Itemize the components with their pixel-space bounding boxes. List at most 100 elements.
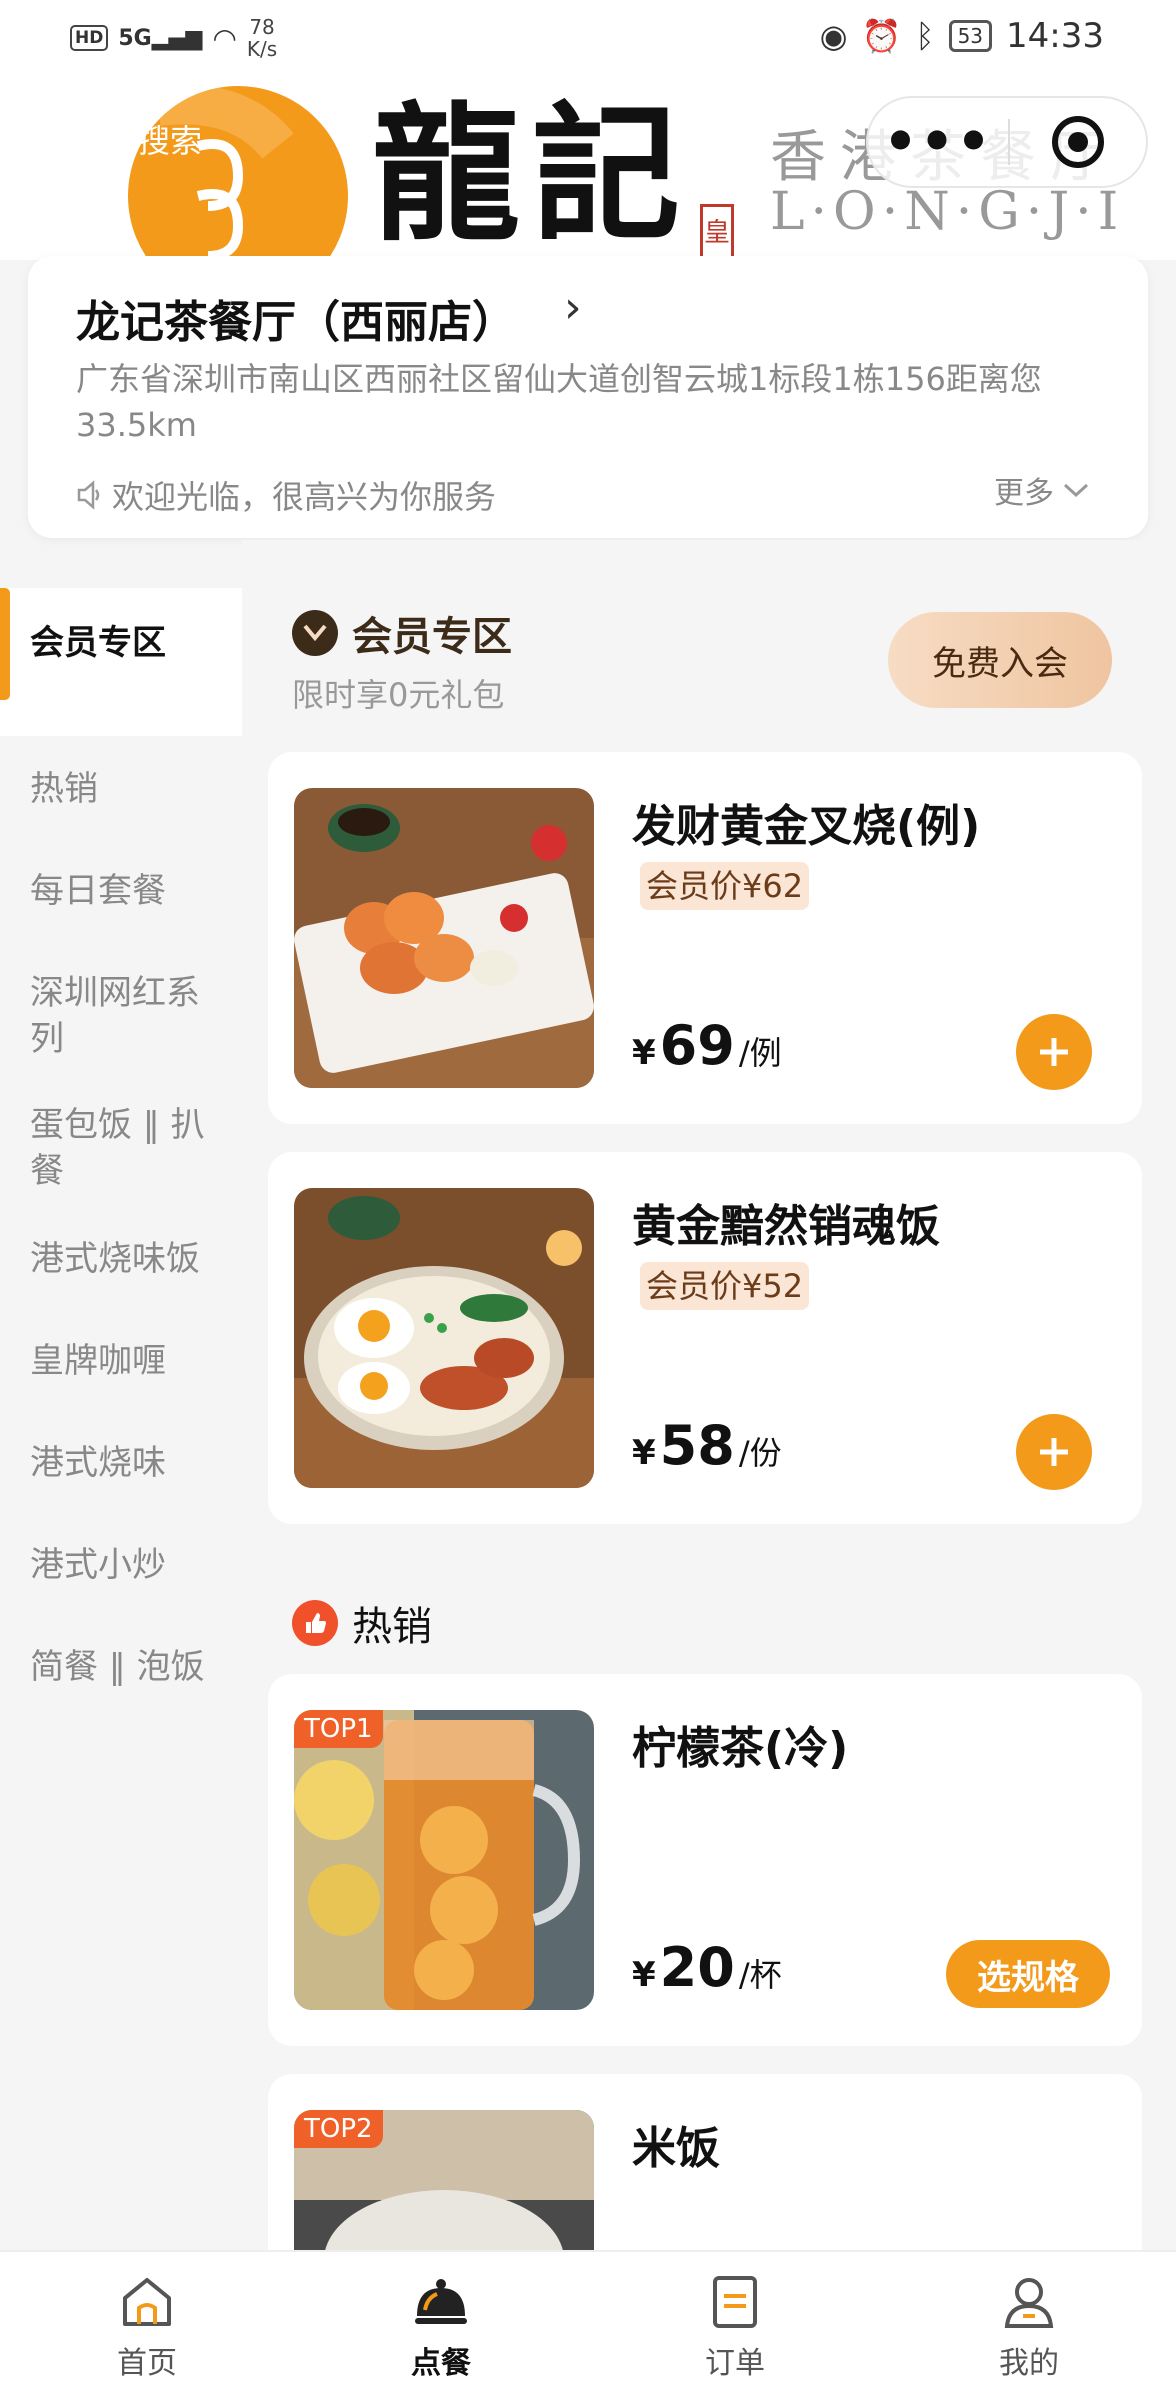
- store-info-card[interactable]: 龙记茶餐厅（西丽店） › 广东省深圳市南山区西丽社区留仙大道创智云城1标段1栋1…: [28, 256, 1148, 538]
- price-value: 58: [659, 1414, 735, 1477]
- nav-profile[interactable]: 我的: [882, 2252, 1176, 2400]
- rank-badge: TOP2: [294, 2110, 383, 2148]
- product-image[interactable]: TOP2: [294, 2110, 594, 2250]
- category-item[interactable]: 简餐 ‖ 泡饭: [0, 1644, 242, 1690]
- plus-icon: [1040, 1438, 1068, 1466]
- eye-icon: ◉: [819, 17, 848, 55]
- category-item[interactable]: 皇牌咖喱: [0, 1338, 242, 1384]
- chevron-right-icon[interactable]: ›: [564, 282, 582, 333]
- category-item[interactable]: 港式烧味: [0, 1440, 242, 1486]
- cloche-icon: [415, 2279, 467, 2324]
- brand-english: L·O·N·G·J·I: [770, 182, 1125, 242]
- hd-indicator: HD: [70, 25, 109, 51]
- category-label: 港式小炒: [30, 1545, 166, 1585]
- nav-order-food[interactable]: 点餐: [294, 2252, 588, 2400]
- product-list: 会员专区 限时享0元礼包 免费入会 发财黄金叉烧(例) 会员价¥62 ¥ 69 …: [242, 540, 1176, 2250]
- currency-symbol: ¥: [632, 1433, 656, 1473]
- network-type: 5G: [118, 25, 152, 51]
- select-spec-button[interactable]: 选规格: [946, 1940, 1110, 2008]
- category-label: 热销: [30, 769, 98, 809]
- product-image[interactable]: TOP1: [294, 1710, 594, 2010]
- sidebar-gap: [0, 700, 242, 736]
- hot-section-header: 热销: [292, 1594, 432, 1652]
- plus-icon: [1040, 1038, 1068, 1066]
- category-label: 深圳网红系列: [30, 973, 200, 1059]
- category-item[interactable]: 港式烧味饭: [0, 1236, 242, 1282]
- category-label: 会员专区: [30, 623, 166, 663]
- status-right: ◉ ⏰ ᛒ 53 14:33: [820, 16, 1104, 56]
- product-card[interactable]: TOP2 米饭: [268, 2074, 1142, 2250]
- category-label: 皇牌咖喱: [30, 1341, 166, 1381]
- price-unit: /杯: [738, 1956, 782, 1994]
- member-section-header: 会员专区: [292, 604, 512, 662]
- signal-icon: 5G▂▄▆: [118, 25, 203, 51]
- nav-label: 订单: [705, 2346, 765, 2381]
- alarm-icon: ⏰: [861, 17, 902, 55]
- battery-icon: 53: [948, 20, 993, 52]
- store-banner: 搜索 龍記 皇 香港茶餐厅 L·O·N·G·J·I •••: [0, 74, 1176, 260]
- close-miniapp-button[interactable]: [1010, 116, 1146, 168]
- category-sidebar: 会员专区 热销 每日套餐 深圳网红系列 蛋包饭 ‖ 扒餐 港式烧味饭 皇牌咖喱 …: [0, 588, 242, 2250]
- network-speed: 78 K/s: [247, 16, 277, 60]
- status-left: HD 5G▂▄▆ ◠ 78 K/s: [70, 16, 277, 60]
- welcome-text: 欢迎光临，很高兴为你服务: [112, 478, 497, 516]
- category-item[interactable]: 热销: [0, 766, 242, 812]
- add-to-cart-button[interactable]: [1016, 1014, 1092, 1090]
- nav-orders[interactable]: 订单: [588, 2252, 882, 2400]
- nav-label: 首页: [117, 2346, 177, 2381]
- home-icon: [123, 2278, 171, 2326]
- store-announcement: 欢迎光临，很高兴为你服务: [76, 472, 496, 518]
- product-name: 柠檬茶(冷): [632, 1723, 849, 1774]
- miniapp-capsule: •••: [866, 96, 1148, 188]
- speed-unit: K/s: [246, 37, 278, 61]
- category-label: 简餐 ‖ 泡饭: [30, 1647, 205, 1687]
- wifi-icon: ◠: [212, 21, 237, 55]
- member-price-tag: 会员价¥52: [640, 1262, 810, 1310]
- more-label: 更多: [994, 476, 1054, 511]
- add-to-cart-button[interactable]: [1016, 1414, 1092, 1490]
- product-price: ¥ 69 /例: [632, 1014, 782, 1077]
- product-price: ¥ 58 /份: [632, 1414, 782, 1477]
- nav-label: 我的: [999, 2346, 1059, 2381]
- product-image[interactable]: [294, 1188, 594, 1488]
- category-item[interactable]: 深圳网红系列: [0, 970, 242, 1062]
- bluetooth-icon: ᛒ: [915, 17, 935, 55]
- active-indicator: [0, 588, 10, 700]
- section-title: 会员专区: [352, 614, 512, 660]
- currency-symbol: ¥: [632, 1955, 656, 1995]
- category-label: 港式烧味: [30, 1443, 166, 1483]
- nav-home[interactable]: 首页: [0, 2252, 294, 2400]
- category-item[interactable]: 港式小炒: [0, 1542, 242, 1588]
- more-button[interactable]: 更多: [994, 468, 1090, 512]
- speed-value: 78: [249, 15, 275, 39]
- brand-name: 龍記: [372, 87, 692, 260]
- thumbs-up-icon: [292, 1600, 338, 1646]
- price-unit: /例: [738, 1034, 782, 1072]
- search-button[interactable]: 搜索: [138, 116, 202, 162]
- product-image[interactable]: [294, 788, 594, 1088]
- product-name: 黄金黯然销魂饭: [632, 1201, 940, 1252]
- status-bar: HD 5G▂▄▆ ◠ 78 K/s ◉ ⏰ ᛒ 53 14:33: [0, 0, 1176, 74]
- section-subtitle: 限时享0元礼包: [292, 676, 505, 714]
- more-menu-button[interactable]: •••: [868, 115, 1008, 169]
- brand-logo: [128, 86, 348, 260]
- product-card[interactable]: 发财黄金叉烧(例) 会员价¥62 ¥ 69 /例: [268, 752, 1142, 1124]
- product-card[interactable]: TOP1 柠檬茶(冷) ¥ 20 /杯 选规格: [268, 1674, 1142, 2046]
- category-item[interactable]: 每日套餐: [0, 868, 242, 914]
- product-price: ¥ 20 /杯: [632, 1936, 782, 1999]
- product-name: 发财黄金叉烧(例): [632, 801, 981, 852]
- category-item[interactable]: 会员专区: [0, 588, 242, 700]
- category-item[interactable]: 蛋包饭 ‖ 扒餐: [0, 1102, 242, 1194]
- product-card[interactable]: 黄金黯然销魂饭 会员价¥52 ¥ 58 /份: [268, 1152, 1142, 1524]
- member-price-tag: 会员价¥62: [640, 862, 810, 910]
- bottom-nav: 首页 点餐 订单 我的: [0, 2250, 1176, 2400]
- vip-icon: [292, 610, 338, 656]
- rank-badge: TOP1: [294, 1710, 383, 1748]
- store-name[interactable]: 龙记茶餐厅（西丽店）: [76, 286, 516, 350]
- join-member-button[interactable]: 免费入会: [888, 612, 1112, 708]
- section-title: 热销: [352, 1604, 432, 1650]
- currency-symbol: ¥: [632, 1033, 656, 1073]
- clock: 14:33: [1006, 16, 1104, 56]
- order-list-icon: [713, 2276, 757, 2328]
- price-value: 20: [659, 1936, 735, 1999]
